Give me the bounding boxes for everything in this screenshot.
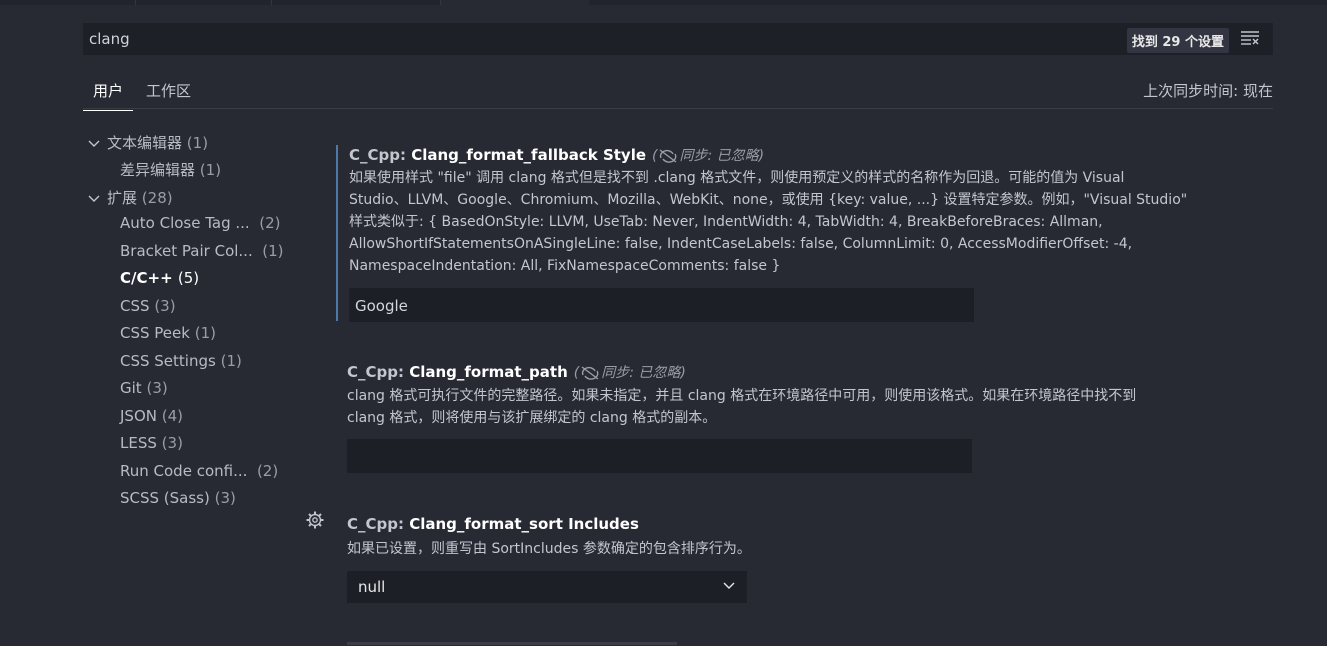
toc-count: (3) — [161, 434, 183, 452]
toc-item[interactable]: CSS (3) — [120, 297, 176, 315]
toc-label: CSS Settings — [120, 352, 216, 370]
filter-icon[interactable] — [1241, 31, 1259, 45]
sync-ignored-note: (同步: 已忽略) — [573, 365, 686, 381]
toc-count: (28) — [141, 189, 173, 207]
toc-label: Auto Close Tag ... — [120, 214, 250, 232]
setting-category: C_Cpp: — [347, 515, 410, 533]
sync-ignored-icon — [581, 366, 599, 380]
setting-title: C_Cpp: Clang_format_sort Includes — [347, 515, 639, 533]
toc-label: 扩展 — [107, 189, 138, 207]
toc-count: (1) — [199, 161, 222, 179]
toc-item[interactable]: SCSS (Sass) (3) — [120, 489, 236, 507]
toc-item[interactable]: JSON (4) — [120, 407, 183, 425]
toc-extensions[interactable]: 扩展 (28) — [87, 187, 173, 208]
setting-key: Clang_format_path — [409, 363, 568, 381]
setting-description: 如果使用样式 "file" 调用 clang 格式但是找不到 .clang 格式… — [349, 167, 1259, 277]
setting-key: Clang_format_sort Includes — [409, 515, 639, 533]
search-result-count: 找到 29 个设置 — [1126, 28, 1229, 53]
desc-line: 如果使用样式 "file" 调用 clang 格式但是找不到 .clang 格式… — [349, 170, 1125, 186]
desc-line: AllowShortIfStatementsOnASingleLine: fal… — [349, 236, 1133, 252]
setting-category: C_Cpp: — [349, 146, 412, 164]
desc-line: 样式类似于: { BasedOnStyle: LLVM, UseTab: Nev… — [349, 214, 1103, 230]
setting-category: C_Cpp: — [347, 363, 410, 381]
setting-title: C_Cpp: Clang_format_path (同步: 已忽略) — [347, 362, 686, 382]
toc-label: C/C++ — [120, 269, 173, 287]
toc-count: (1) — [194, 324, 216, 342]
toc-label: Run Code confi... — [120, 462, 248, 480]
setting-key: Clang_format_fallback Style — [411, 146, 647, 164]
toc-count: (1) — [186, 134, 209, 152]
toc-item-selected[interactable]: C/C++ (5) — [120, 269, 199, 287]
editor-tab[interactable] — [136, 0, 272, 5]
toc-item[interactable]: Run Code confi... (2) — [120, 462, 278, 480]
desc-line: 如果已设置，则重写由 SortIncludes 参数确定的包含排序行为。 — [347, 541, 751, 557]
toc-label: LESS — [120, 434, 157, 452]
toc-text-editor[interactable]: 文本编辑器 (1) — [87, 132, 208, 153]
format-path-input[interactable] — [347, 439, 972, 473]
toc-item[interactable]: CSS Peek (1) — [120, 324, 216, 342]
toc-label: Git — [120, 379, 142, 397]
next-setting-cutoff — [347, 638, 677, 646]
desc-line: clang 格式可执行文件的完整路径。如果未指定，并且 clang 格式在环境路… — [347, 388, 1137, 404]
tab-user[interactable]: 用户 — [83, 80, 134, 111]
search-query[interactable]: clang — [89, 30, 130, 48]
editor-tab[interactable] — [272, 0, 441, 5]
toc-count: (3) — [154, 297, 176, 315]
sort-includes-select[interactable]: null — [347, 571, 747, 603]
setting-description: clang 格式可执行文件的完整路径。如果未指定，并且 clang 格式在环境路… — [347, 385, 1257, 429]
toc-count: (2) — [256, 462, 279, 480]
toc-item[interactable]: Git (3) — [120, 379, 168, 397]
setting-title: C_Cpp: Clang_format_fallback Style (同步: 已… — [349, 145, 764, 165]
setting-sort-includes: C_Cpp: Clang_format_sort Includes 如果已设置，… — [336, 515, 1266, 605]
fallback-style-input[interactable]: Google — [349, 288, 974, 322]
settings-search-input[interactable]: clang 找到 29 个设置 — [83, 23, 1273, 55]
sync-ignored-icon — [660, 149, 677, 163]
toc-label: 差异编辑器 — [120, 161, 196, 179]
editor-tab[interactable] — [0, 0, 136, 5]
chevron-down-icon — [88, 140, 100, 147]
sync-ignored-note: (同步: 已忽略) — [652, 148, 765, 164]
toc-item[interactable]: Auto Close Tag ... (2) — [120, 214, 281, 232]
setting-fallback-style: C_Cpp: Clang_format_fallback Style (同步: 已… — [336, 145, 1268, 322]
editor-tab-strip — [0, 0, 1327, 5]
chevron-down-icon — [723, 582, 735, 589]
toc-count: (5) — [177, 269, 200, 287]
toc-label: 文本编辑器 — [107, 134, 183, 152]
toc-diff-editor[interactable]: 差异编辑器 (1) — [120, 159, 221, 180]
select-value: null — [358, 578, 386, 596]
sync-note-text: 同步: 已忽略) — [679, 148, 765, 164]
toc-count: (3) — [146, 379, 168, 397]
gear-icon[interactable] — [306, 511, 324, 529]
toc-label: CSS Peek — [120, 324, 190, 342]
tab-divider — [83, 108, 1273, 109]
toc-label: JSON — [120, 407, 157, 425]
last-sync-time: 上次同步时间: 现在 — [1143, 82, 1273, 100]
tab-workspace[interactable]: 工作区 — [146, 80, 191, 110]
sync-note-text: 同步: 已忽略) — [601, 365, 686, 381]
desc-line: clang 格式，则将使用与该扩展绑定的 clang 格式的副本。 — [347, 410, 717, 426]
toc-label: CSS — [120, 297, 150, 315]
editor-tab-active[interactable] — [441, 0, 589, 5]
toc-item[interactable]: LESS (3) — [120, 434, 183, 452]
toc-count: (1) — [262, 242, 284, 260]
toc-label: Bracket Pair Col... — [120, 242, 253, 260]
desc-line: Studio、LLVM、Google、Chromium、Mozilla、WebK… — [349, 192, 1188, 208]
toc-count: (2) — [259, 214, 281, 232]
toc-count: (4) — [161, 407, 184, 425]
toc-count: (1) — [220, 352, 242, 370]
toc-count: (3) — [214, 489, 236, 507]
setting-format-path: C_Cpp: Clang_format_path (同步: 已忽略) clang … — [336, 362, 1266, 477]
toc-item[interactable]: CSS Settings (1) — [120, 352, 242, 370]
toc-item[interactable]: Bracket Pair Col... (1) — [120, 242, 284, 260]
setting-description: 如果已设置，则重写由 SortIncludes 参数确定的包含排序行为。 — [347, 538, 1257, 560]
chevron-down-icon — [88, 195, 100, 202]
toc-label: SCSS (Sass) — [120, 489, 210, 507]
desc-line: NamespaceIndentation: All, FixNamespaceC… — [349, 258, 781, 274]
